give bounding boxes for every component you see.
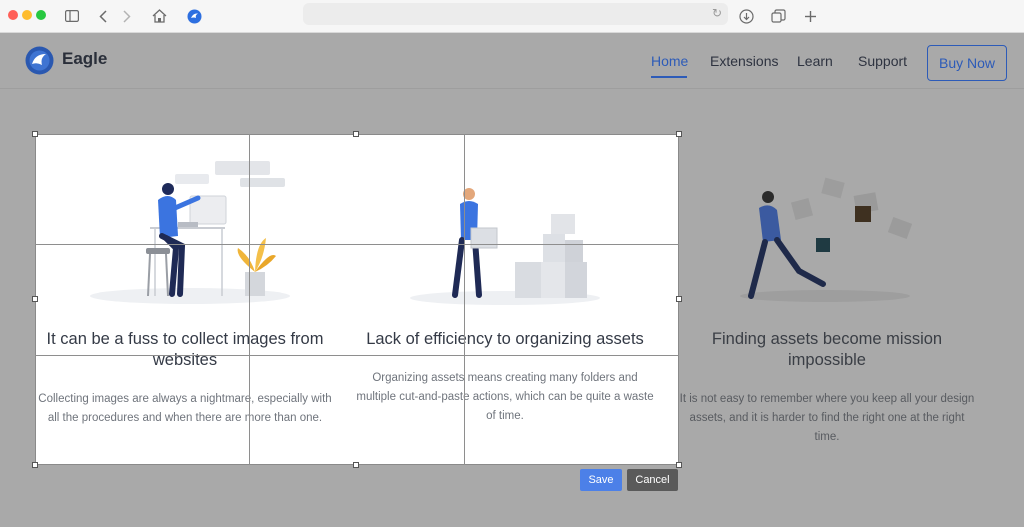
crop-gridline xyxy=(249,134,250,465)
window-close-button[interactable] xyxy=(8,10,18,20)
crop-handle-top[interactable] xyxy=(353,131,359,137)
nav-learn[interactable]: Learn xyxy=(797,53,833,69)
crop-handle-bottom[interactable] xyxy=(353,462,359,468)
plus-icon[interactable] xyxy=(801,5,819,27)
crop-handle-right[interactable] xyxy=(676,296,682,302)
feature-title: It can be a fuss to collect images from … xyxy=(46,330,324,369)
feature-card: Finding assets become mission impossible… xyxy=(677,329,977,447)
feature-description: Collecting images are always a nightmare… xyxy=(38,393,332,424)
tabs-icon[interactable] xyxy=(769,5,787,27)
cancel-button[interactable]: Cancel xyxy=(627,469,678,491)
forward-arrow-icon[interactable] xyxy=(120,5,134,27)
sidebar-icon[interactable] xyxy=(64,5,80,27)
crop-gridline xyxy=(35,244,679,245)
back-arrow-icon[interactable] xyxy=(96,5,110,27)
desk-illustration xyxy=(90,161,290,304)
download-icon[interactable] xyxy=(737,5,755,27)
nav-extensions[interactable]: Extensions xyxy=(710,53,778,69)
boxes-illustration xyxy=(410,188,600,305)
feature-title: Finding assets become mission impossible xyxy=(711,330,943,369)
feature-description: It is not easy to remember where you kee… xyxy=(679,393,975,443)
window-minimize-button[interactable] xyxy=(22,10,32,20)
site-header: Eagle Home Extensions Learn Support Buy … xyxy=(0,33,1024,89)
nav-active-indicator xyxy=(651,76,687,78)
feature-card: Lack of efficiency to organizing assets … xyxy=(355,329,655,426)
window-zoom-button[interactable] xyxy=(36,10,46,20)
address-bar[interactable]: ↻ xyxy=(303,3,728,25)
feature-card: It can be a fuss to collect images from … xyxy=(35,329,335,428)
buy-now-button[interactable]: Buy Now xyxy=(927,45,1007,81)
brand-name[interactable]: Eagle xyxy=(62,49,107,69)
reload-icon[interactable]: ↻ xyxy=(712,6,722,20)
crop-handle-top-right[interactable] xyxy=(676,131,682,137)
browser-toolbar: ↻ xyxy=(0,0,1024,33)
feature-title: Lack of efficiency to organizing assets xyxy=(366,330,644,348)
eagle-logo-icon[interactable] xyxy=(25,46,54,75)
crop-handle-bottom-right[interactable] xyxy=(676,462,682,468)
home-icon[interactable] xyxy=(150,5,168,27)
crop-region[interactable]: It can be a fuss to collect images from … xyxy=(35,134,679,465)
running-person-illustration xyxy=(740,177,913,302)
crop-handle-top-left[interactable] xyxy=(32,131,38,137)
crop-handle-left[interactable] xyxy=(32,296,38,302)
nav-support[interactable]: Support xyxy=(858,53,907,69)
crop-handle-bottom-left[interactable] xyxy=(32,462,38,468)
crop-gridline xyxy=(35,355,679,356)
crop-gridline xyxy=(464,134,465,465)
save-button[interactable]: Save xyxy=(580,469,622,491)
eagle-favicon-icon[interactable] xyxy=(186,5,202,27)
nav-home[interactable]: Home xyxy=(651,53,688,69)
feature-description: Organizing assets means creating many fo… xyxy=(356,372,654,422)
